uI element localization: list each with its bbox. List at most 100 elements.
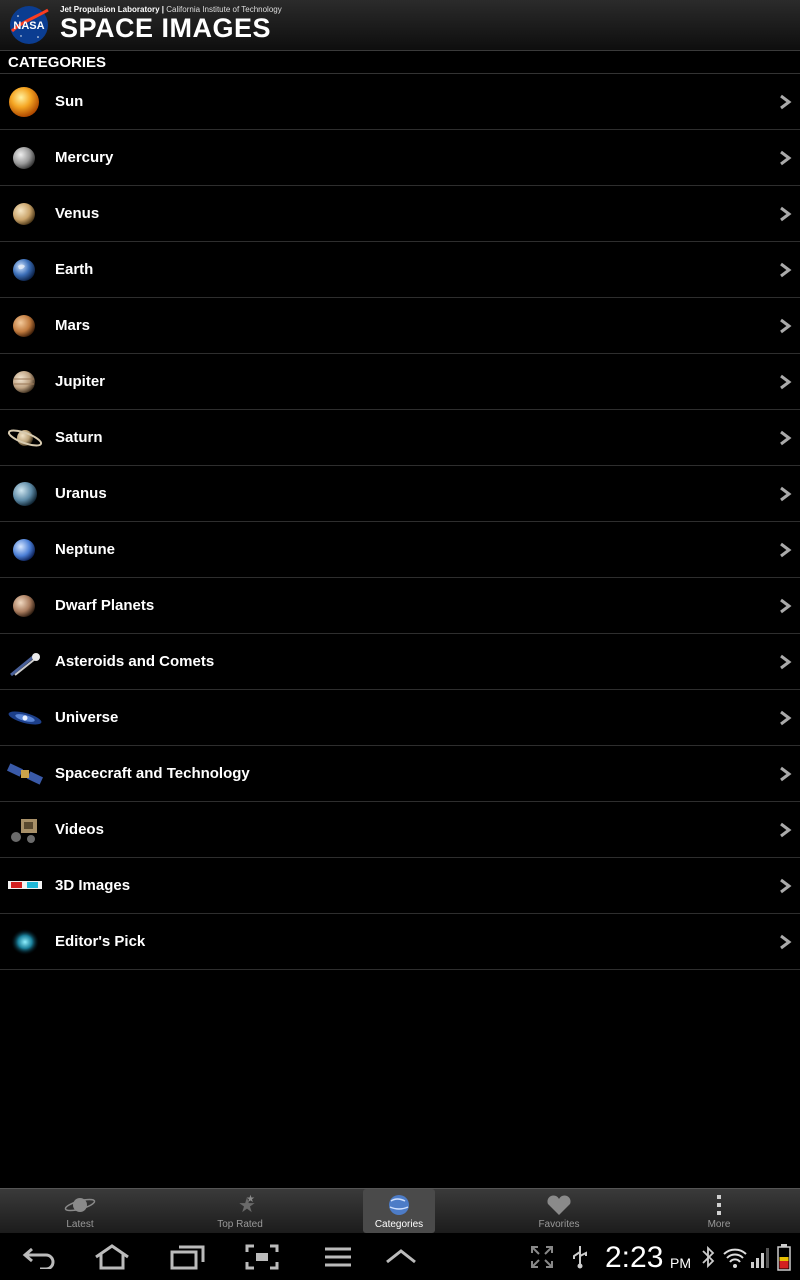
tab-label: Categories: [374, 1219, 424, 1230]
svg-text:★: ★: [246, 1194, 255, 1205]
category-label: Venus: [55, 205, 100, 222]
chevron-right-icon: [780, 150, 792, 166]
chevron-right-icon: [780, 766, 792, 782]
satellite-icon: [7, 763, 43, 785]
category-row-mars[interactable]: Mars: [0, 298, 800, 354]
category-row-uranus[interactable]: Uranus: [0, 466, 800, 522]
category-label: Spacecraft and Technology: [55, 765, 250, 782]
category-row-videos[interactable]: Videos: [0, 802, 800, 858]
category-list: Sun Mercury Venus Earth Mars Jupiter Sat…: [0, 74, 800, 970]
chevron-right-icon: [780, 934, 792, 950]
tab-label: Favorites: [538, 1219, 580, 1230]
usb-icon: [573, 1246, 587, 1269]
sun-icon: [9, 87, 39, 117]
earth-icon: [13, 259, 35, 281]
comet-icon: [10, 653, 40, 677]
chevron-right-icon: [780, 710, 792, 726]
chevron-right-icon: [780, 430, 792, 446]
chevron-right-icon: [780, 598, 792, 614]
more-vertical-icon: [717, 1195, 721, 1215]
chevron-right-icon: [780, 542, 792, 558]
stars-icon: ★ ★: [238, 1193, 256, 1217]
neptune-icon: [13, 539, 35, 561]
category-row-sun[interactable]: Sun: [0, 74, 800, 130]
category-row-earth[interactable]: Earth: [0, 242, 800, 298]
page-title: SPACE IMAGES: [60, 13, 272, 43]
category-label: Sun: [55, 93, 84, 110]
category-label: Asteroids and Comets: [55, 653, 215, 670]
section-title: CATEGORIES: [8, 54, 107, 71]
category-label: Dwarf Planets: [55, 597, 155, 614]
battery-icon: [777, 1244, 791, 1271]
chevron-right-icon: [780, 318, 792, 334]
tab-top-rated[interactable]: ★ ★ Top Rated: [200, 1189, 280, 1233]
uranus-icon: [13, 482, 37, 506]
category-label: Editor's Pick: [55, 933, 146, 950]
category-row-spacecraft[interactable]: Spacecraft and Technology: [0, 746, 800, 802]
bluetooth-icon: [702, 1245, 715, 1269]
tab-latest[interactable]: Latest: [40, 1189, 120, 1233]
svg-text:NASA: NASA: [13, 20, 44, 32]
recent-apps-icon[interactable]: [170, 1243, 206, 1271]
heart-icon: [547, 1195, 571, 1215]
galaxy-icon: [8, 711, 42, 725]
category-label: 3D Images: [55, 877, 131, 894]
dwarf-planet-icon: [13, 595, 35, 617]
chevron-right-icon: [780, 374, 792, 390]
category-label: Jupiter: [55, 373, 106, 390]
category-label: Saturn: [55, 429, 103, 446]
category-row-dwarf-planets[interactable]: Dwarf Planets: [0, 578, 800, 634]
back-icon[interactable]: [22, 1245, 56, 1269]
category-row-editors-pick[interactable]: Editor's Pick: [0, 914, 800, 970]
system-bar: 2:23 PM: [0, 1233, 800, 1280]
screenshot-icon[interactable]: [245, 1244, 279, 1270]
category-row-neptune[interactable]: Neptune: [0, 522, 800, 578]
chevron-right-icon: [780, 206, 792, 222]
clock-time: 2:23: [605, 1241, 664, 1274]
planet-icon: [64, 1198, 96, 1212]
home-icon[interactable]: [92, 1243, 132, 1271]
venus-icon: [13, 203, 35, 225]
categories-section-header: CATEGORIES: [0, 51, 800, 74]
nasa-logo-icon: NASA: [10, 6, 49, 44]
wifi-icon: [723, 1248, 747, 1268]
saturn-icon: [7, 429, 43, 447]
expand-icon[interactable]: [530, 1245, 554, 1269]
mars-icon: [13, 315, 35, 337]
category-label: Videos: [55, 821, 104, 838]
tab-favorites[interactable]: Favorites: [519, 1189, 599, 1233]
category-row-saturn[interactable]: Saturn: [0, 410, 800, 466]
category-row-asteroids-comets[interactable]: Asteroids and Comets: [0, 634, 800, 690]
category-row-universe[interactable]: Universe: [0, 690, 800, 746]
category-label: Earth: [55, 261, 94, 278]
app-header: NASA Jet Propulsion Laboratory | Califor…: [0, 0, 800, 51]
bottom-tab-bar: Latest ★ ★ Top Rated Categories Favorite…: [0, 1188, 800, 1233]
globe-icon: [389, 1195, 409, 1215]
category-label: Neptune: [55, 541, 115, 558]
menu-icon[interactable]: [323, 1246, 353, 1268]
category-label: Universe: [55, 709, 119, 726]
chevron-right-icon: [780, 486, 792, 502]
3d-glasses-icon: [8, 881, 42, 889]
nebula-icon: [11, 929, 39, 955]
chevron-up-icon[interactable]: [384, 1247, 418, 1265]
tab-label: Top Rated: [217, 1219, 263, 1230]
chevron-right-icon: [780, 94, 792, 110]
mercury-icon: [13, 147, 35, 169]
rover-icon: [11, 819, 37, 843]
clock-ampm: PM: [670, 1255, 691, 1271]
category-label: Mercury: [55, 149, 114, 166]
chevron-right-icon: [780, 878, 792, 894]
tab-categories[interactable]: Categories: [363, 1189, 435, 1233]
category-row-mercury[interactable]: Mercury: [0, 130, 800, 186]
category-row-venus[interactable]: Venus: [0, 186, 800, 242]
tab-label: Latest: [66, 1219, 94, 1230]
chevron-right-icon: [780, 654, 792, 670]
signal-icon: [751, 1248, 769, 1268]
category-label: Uranus: [55, 485, 107, 502]
chevron-right-icon: [780, 262, 792, 278]
category-row-3d-images[interactable]: 3D Images: [0, 858, 800, 914]
chevron-right-icon: [780, 822, 792, 838]
tab-more[interactable]: More: [679, 1189, 759, 1233]
category-row-jupiter[interactable]: Jupiter: [0, 354, 800, 410]
